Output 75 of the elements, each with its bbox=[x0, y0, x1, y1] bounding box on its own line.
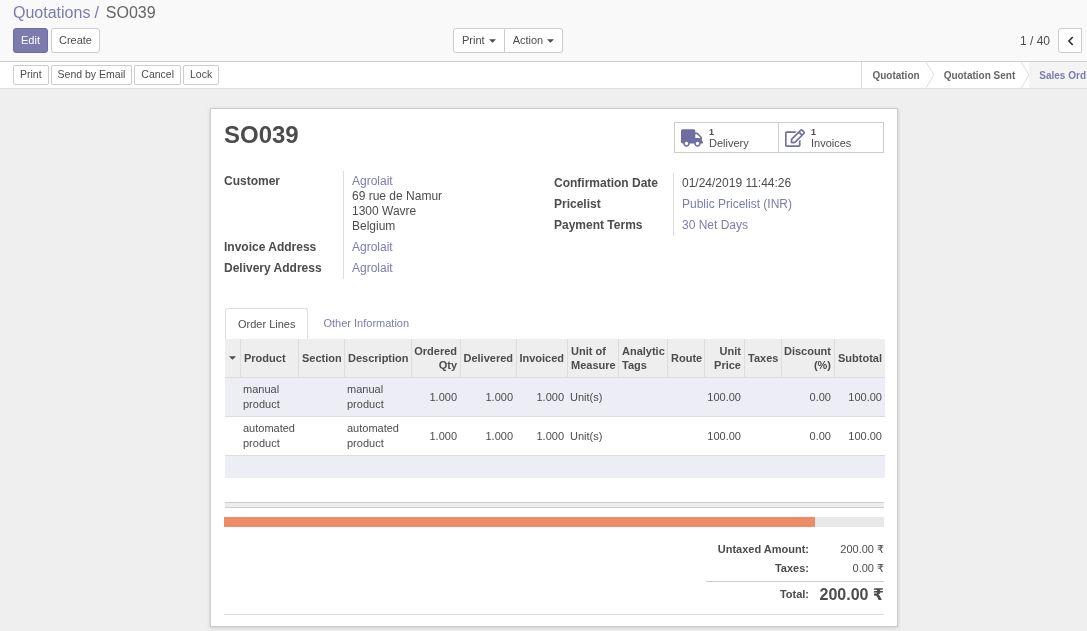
previous-page-button[interactable] bbox=[1058, 28, 1082, 53]
column-header[interactable]: Section bbox=[298, 339, 344, 377]
total-label: Total: bbox=[779, 587, 809, 603]
table-cell-text: Unit(s) bbox=[569, 428, 604, 444]
column-header[interactable]: Description bbox=[344, 339, 411, 377]
handle-header[interactable] bbox=[225, 339, 240, 377]
field-label: Payment Terms bbox=[554, 218, 643, 232]
table-cell-text: 0.00 bbox=[808, 389, 832, 405]
breadcrumb-current: SO039 bbox=[105, 3, 156, 23]
column-header[interactable]: Invoiced bbox=[516, 339, 567, 377]
table-cell-text: 100.00 bbox=[847, 428, 883, 444]
action-menu-button[interactable]: Action bbox=[504, 28, 564, 53]
table-row[interactable]: manual product manual product 1.000 1.000 1.000 Unit(s) 100.00 0.00 100.00 bbox=[225, 377, 885, 416]
column-header[interactable]: Taxes bbox=[744, 339, 781, 377]
smart-button[interactable]: 1 Delivery bbox=[674, 122, 779, 153]
field-link[interactable]: Agrolait bbox=[352, 261, 393, 276]
chevron-left-icon bbox=[1065, 35, 1075, 46]
breadcrumb-link[interactable]: Quotations bbox=[13, 3, 91, 23]
total-label: Untaxed Amount: bbox=[717, 542, 809, 558]
table-cell-text: automated product bbox=[242, 421, 296, 451]
field-label: Customer bbox=[224, 174, 280, 188]
column-header[interactable]: Unit of Measure bbox=[567, 339, 618, 377]
table-cell-text: 100.00 bbox=[847, 389, 883, 405]
send-by-email-button[interactable]: Send by Email bbox=[50, 65, 133, 85]
column-header[interactable]: Ordered Qty bbox=[411, 339, 460, 377]
total-value: 200.00 ₹ bbox=[840, 542, 884, 558]
table-cell-text: 1.000 bbox=[428, 428, 458, 444]
truck-icon bbox=[681, 128, 703, 147]
column-header[interactable]: Delivered bbox=[460, 339, 516, 377]
column-header[interactable]: Analytic Tags bbox=[618, 339, 667, 377]
table-cell-text: 100.00 bbox=[706, 389, 742, 405]
table-cell-text: 100.00 bbox=[706, 428, 742, 444]
caret-down-icon bbox=[229, 356, 236, 360]
field-link[interactable]: Public Pricelist (INR) bbox=[682, 197, 792, 212]
table-cell-text: 1.000 bbox=[484, 428, 514, 444]
field-link[interactable]: Agrolait bbox=[352, 240, 393, 255]
breadcrumb-separator: / bbox=[94, 3, 99, 23]
field-link[interactable]: Agrolait bbox=[352, 174, 393, 189]
column-header[interactable]: Unit Price bbox=[704, 339, 744, 377]
caret-down-icon bbox=[547, 38, 555, 43]
status-step[interactable]: Sales Ord bbox=[1029, 62, 1087, 88]
edit-button[interactable]: Edit bbox=[13, 28, 48, 53]
total-value: 0.00 ₹ bbox=[852, 561, 884, 577]
field-link[interactable]: 30 Net Days bbox=[682, 218, 749, 233]
column-header[interactable]: Route bbox=[667, 339, 704, 377]
tab[interactable]: Order Lines bbox=[225, 308, 309, 339]
cancel-button[interactable]: Cancel bbox=[134, 65, 181, 85]
table-cell-text: 1.000 bbox=[535, 389, 565, 405]
table-cell-text: automated product bbox=[346, 421, 400, 451]
print-menu-button[interactable]: Print bbox=[453, 28, 505, 53]
address-text: 69 rue de Namur 1300 Wavre Belgium bbox=[352, 189, 443, 234]
table-cell-text: 1.000 bbox=[428, 389, 458, 405]
field-value: 01/24/2019 11:44:26 bbox=[682, 176, 792, 191]
print-button[interactable]: Print bbox=[13, 65, 49, 85]
table-cell-text: 1.000 bbox=[535, 428, 565, 444]
caret-down-icon bbox=[488, 38, 496, 43]
field-label: Pricelist bbox=[554, 197, 601, 211]
table-cell-text: 1.000 bbox=[484, 389, 514, 405]
table-cell-text: manual product bbox=[242, 382, 281, 412]
column-header[interactable]: Discount (%) bbox=[781, 339, 834, 377]
pager-counter: 1 / 40 bbox=[1019, 32, 1050, 50]
column-header[interactable]: Subtotal bbox=[834, 339, 885, 377]
create-button[interactable]: Create bbox=[50, 28, 100, 53]
total-value: 200.00 ₹ bbox=[819, 584, 884, 605]
table-cell-text: Unit(s) bbox=[569, 389, 604, 405]
field-label: Delivery Address bbox=[224, 261, 322, 275]
column-header[interactable]: Product bbox=[240, 339, 298, 377]
total-label: Taxes: bbox=[774, 561, 809, 577]
smart-button[interactable]: 1 Invoices bbox=[779, 122, 884, 153]
field-label: Invoice Address bbox=[224, 240, 317, 254]
table-cell-text: manual product bbox=[346, 382, 385, 412]
record-title: SO039 bbox=[224, 121, 299, 149]
table-cell-text: 0.00 bbox=[808, 428, 832, 444]
field-label: Confirmation Date bbox=[554, 176, 658, 190]
lock-button[interactable]: Lock bbox=[183, 65, 220, 85]
